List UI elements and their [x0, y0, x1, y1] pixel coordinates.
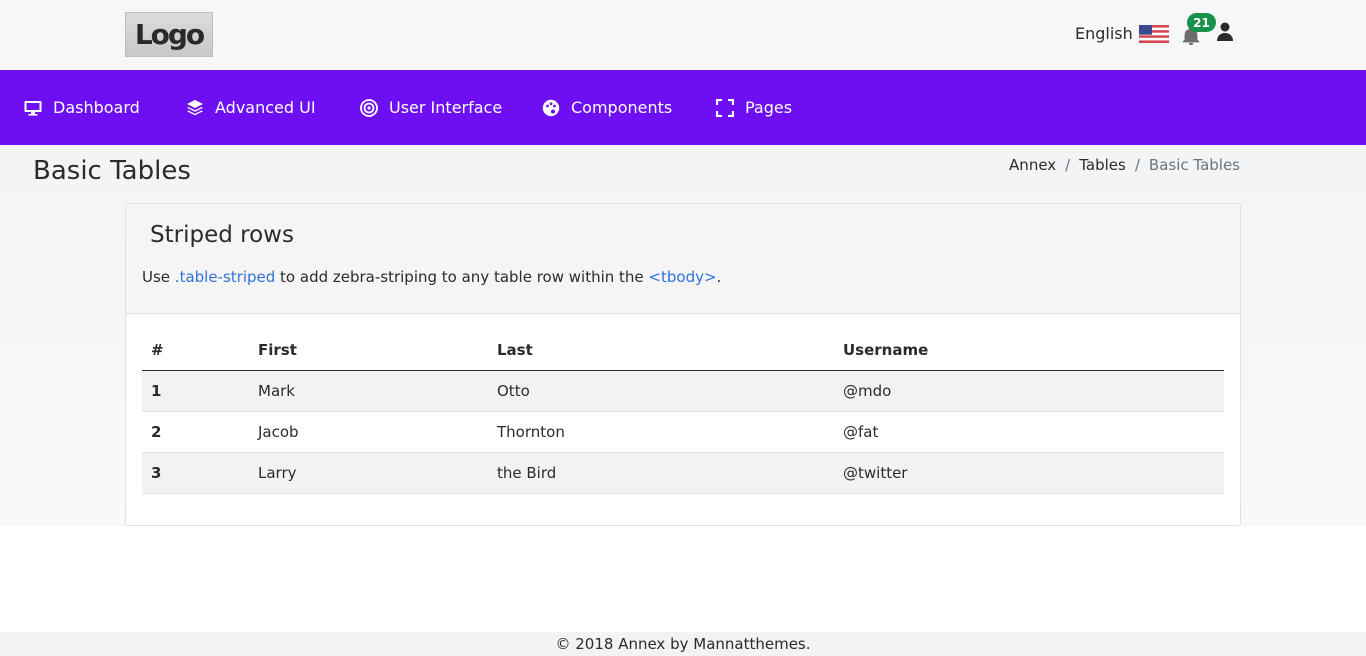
user-icon[interactable] [1217, 22, 1233, 41]
nav-label: User Interface [389, 98, 503, 117]
nav-item-pages[interactable]: Pages [716, 70, 792, 145]
cell-first: Larry [249, 452, 488, 494]
card-title: Striped rows [150, 222, 294, 248]
top-header: Logo English 21 [0, 0, 1366, 70]
card-description: Use .table-striped to add zebra-striping… [142, 268, 721, 286]
table-row: 1 Mark Otto @mdo [142, 370, 1224, 412]
nav-item-advanced-ui[interactable]: Advanced UI [186, 70, 316, 145]
column-header-last: Last [488, 330, 834, 371]
notification-badge: 21 [1187, 13, 1216, 32]
breadcrumb-item-current: Basic Tables [1148, 156, 1240, 174]
table-header-row: # First Last Username [142, 330, 1224, 371]
footer-text: © 2018 Annex by Mannatthemes. [555, 635, 811, 653]
column-header-username: Username [834, 330, 1224, 371]
table-row: 2 Jacob Thornton @fat [142, 411, 1224, 453]
page-title: Basic Tables [33, 156, 191, 186]
striped-table: # First Last Username 1 Mark Otto @mdo 2… [142, 330, 1224, 494]
nav-item-dashboard[interactable]: Dashboard [24, 70, 140, 145]
cell-index: 2 [142, 411, 249, 453]
table-row: 3 Larry the Bird @twitter [142, 452, 1224, 494]
striped-rows-card: Striped rows Use .table-striped to add z… [125, 203, 1241, 526]
cell-first: Mark [249, 370, 488, 412]
breadcrumb-separator: / [1065, 156, 1071, 174]
logo[interactable]: Logo [125, 12, 213, 57]
us-flag-icon [1138, 24, 1169, 43]
monitor-icon [24, 100, 42, 116]
cell-username: @mdo [834, 370, 1224, 412]
breadcrumb-item-annex[interactable]: Annex [1009, 156, 1056, 174]
column-header-first: First [249, 330, 488, 371]
language-selector[interactable]: English [1075, 24, 1169, 43]
language-label: English [1075, 24, 1133, 43]
main-navbar: Dashboard Advanced UI User Interface Com… [0, 70, 1366, 145]
nav-label: Dashboard [53, 98, 140, 117]
cell-last: Otto [488, 370, 834, 412]
breadcrumb-separator: / [1134, 156, 1140, 174]
nav-item-user-interface[interactable]: User Interface [360, 70, 502, 145]
nav-label: Advanced UI [215, 98, 316, 117]
breadcrumb: Annex / Tables / Basic Tables [1009, 156, 1240, 174]
layers-icon [187, 99, 203, 115]
cell-index: 1 [142, 370, 249, 412]
footer: © 2018 Annex by Mannatthemes. [0, 632, 1366, 656]
breadcrumb-item-tables[interactable]: Tables [1079, 156, 1126, 174]
target-icon [360, 98, 378, 117]
palette-icon [542, 99, 560, 116]
cell-username: @fat [834, 411, 1224, 453]
nav-label: Pages [745, 98, 793, 117]
cell-username: @twitter [834, 452, 1224, 494]
desc-text: Use [142, 268, 175, 286]
cell-last: the Bird [488, 452, 834, 494]
code-table-striped: .table-striped [174, 268, 276, 286]
nav-label: Components [571, 98, 673, 117]
cell-last: Thornton [488, 411, 834, 453]
cell-index: 3 [142, 452, 249, 494]
code-tbody: <tbody> [648, 268, 717, 286]
nav-item-components[interactable]: Components [542, 70, 672, 145]
desc-text: . [716, 268, 722, 286]
desc-text: to add zebra-striping to any table row w… [275, 268, 649, 286]
expand-icon [716, 98, 734, 117]
card-header: Striped rows Use .table-striped to add z… [126, 204, 1240, 314]
cell-first: Jacob [249, 411, 488, 453]
column-header-index: # [142, 330, 249, 371]
